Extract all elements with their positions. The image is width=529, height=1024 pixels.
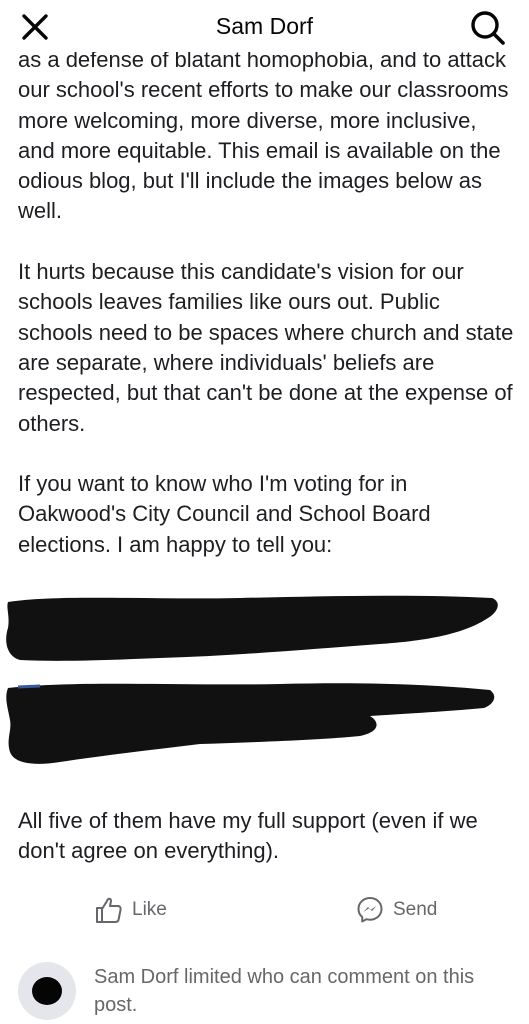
post-paragraph: as a defense of blatant homophobia, and … [18,47,509,224]
avatar[interactable] [18,962,76,1020]
messenger-icon [357,897,383,923]
avatar-image [32,977,62,1005]
redaction-mark [6,683,495,764]
redaction-mark [6,595,498,661]
post-body: as a defense of blatant homophobia, and … [18,45,518,590]
post-actions: Like Send [0,888,529,932]
like-label: Like [132,899,167,920]
page-title: Sam Dorf [215,13,314,39]
post-paragraph: It hurts because this candidate's vision… [18,259,514,436]
send-label: Send [393,899,438,920]
search-icon[interactable] [468,8,508,48]
top-bar: Sam Dorf [0,0,529,52]
send-button[interactable]: Send [355,892,437,928]
post-closing: All five of them have my full support (e… [18,808,478,864]
like-button[interactable]: Like [94,892,167,928]
notice-author[interactable]: Sam Dorf [94,966,178,988]
post-paragraph: If you want to know who I'm voting for i… [18,471,431,557]
thumbs-up-icon [96,897,122,923]
comment-restriction-notice: Sam Dorf limited who can comment on this… [0,958,529,1024]
link-fragment [17,684,41,689]
redacted-candidate-list [6,595,498,764]
notice-text: Sam Dorf limited who can comment on this… [94,963,514,1019]
